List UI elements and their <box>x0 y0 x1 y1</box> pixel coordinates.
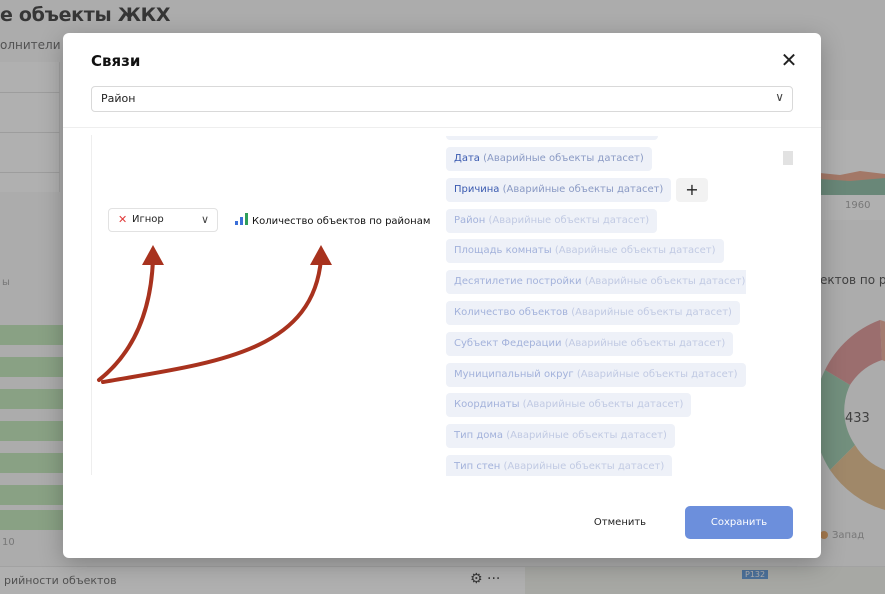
field-chip[interactable]: Муниципальный округ (Аварийные объекты д… <box>446 362 746 387</box>
bar-chart-icon <box>235 213 248 225</box>
field-chip[interactable]: Субъект Федерации (Аварийные объекты дат… <box>446 331 734 356</box>
link-type-label: Игнор <box>132 214 164 225</box>
field-source: (Аварийные объекты датасет) <box>576 368 738 380</box>
field-source: (Аварийные объекты датасет) <box>584 276 746 288</box>
widget-name-text: Количество объектов по районам <box>252 216 431 227</box>
field-source: (Аварийные объекты датасет) <box>483 153 644 164</box>
field-chip[interactable]: Количество объектов (Аварийные объекты д… <box>446 301 740 325</box>
field-source: (Аварийные объекты датасет) <box>571 307 732 318</box>
field-chip[interactable]: Координаты (Аварийные объекты датасет) <box>446 393 692 418</box>
chevron-down-icon: ∨ <box>775 90 784 104</box>
linked-widget-name: Количество объектов по районам <box>235 213 430 227</box>
field-name: Десятилетие постройки <box>454 276 582 288</box>
field-source: (Аварийные объекты датасет) <box>522 399 684 411</box>
fields-scrollbar[interactable] <box>783 151 793 165</box>
field-name: Причина <box>454 183 500 195</box>
selector-value: Район <box>101 92 136 105</box>
save-button[interactable]: Сохранить <box>685 506 793 539</box>
field-source: (Аварийные объекты датасет) <box>488 214 650 226</box>
field-chip[interactable]: Тип дома (Аварийные объекты датасет) <box>446 424 675 449</box>
field-name: Дата <box>454 153 480 164</box>
field-chip[interactable]: Десятилетие постройки (Аварийные объекты… <box>446 270 746 295</box>
field-name: Тип стен <box>454 461 501 472</box>
field-name: Район <box>454 214 486 226</box>
field-name: Субъект Федерации <box>454 337 562 349</box>
field-source: (Аварийные объекты датасет) <box>502 183 664 195</box>
field-name: Площадь комнаты <box>454 245 552 257</box>
field-chip-partial[interactable] <box>446 136 658 140</box>
field-chip[interactable]: Причина (Аварийные объекты датасет) <box>446 177 672 202</box>
field-selector-dropdown[interactable]: Район ∨ <box>91 86 793 112</box>
field-source: (Аварийные объекты датасет) <box>506 430 667 442</box>
field-name: Количество объектов <box>454 307 569 318</box>
field-name: Муниципальный округ <box>454 368 574 380</box>
field-source: (Аварийные объекты датасет) <box>564 337 726 349</box>
add-field-button[interactable]: + <box>676 178 708 202</box>
ignore-cross-icon: ✕ <box>118 213 128 226</box>
dialog-divider <box>63 127 821 128</box>
field-source: (Аварийные объекты датасет) <box>554 245 716 257</box>
dialog-title: Связи <box>91 52 141 70</box>
field-chip[interactable]: Дата (Аварийные объекты датасет) <box>446 147 652 171</box>
close-icon[interactable]: ✕ <box>777 49 801 73</box>
field-name: Координаты <box>454 399 520 411</box>
link-type-select[interactable]: ✕ Игнор ∨ <box>108 208 218 232</box>
cancel-button[interactable]: Отменить <box>580 510 660 536</box>
field-chip[interactable]: Тип стен (Аварийные объекты датасет) <box>446 455 673 476</box>
links-dialog: Связи ✕ Район ∨ ✕ Игнор ∨ Количество объ… <box>63 33 821 558</box>
field-chip[interactable]: Район (Аварийные объекты датасет) <box>446 208 658 233</box>
field-source: (Аварийные объекты датасет) <box>503 461 665 472</box>
field-name: Тип дома <box>454 430 504 442</box>
field-chip[interactable]: Площадь комнаты (Аварийные объекты датас… <box>446 239 724 264</box>
link-settings-area <box>91 135 431 475</box>
chevron-down-icon: ∨ <box>200 213 209 226</box>
